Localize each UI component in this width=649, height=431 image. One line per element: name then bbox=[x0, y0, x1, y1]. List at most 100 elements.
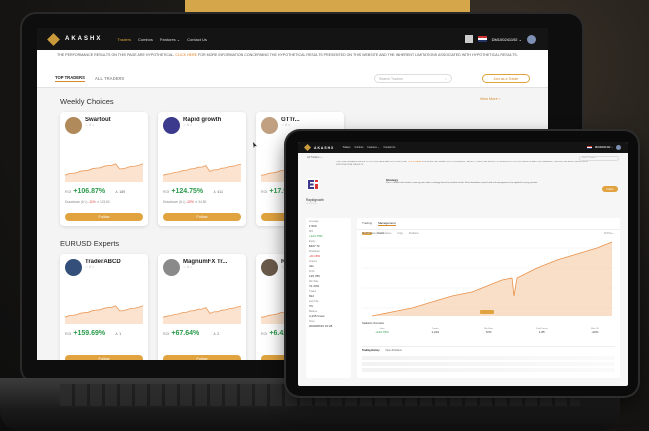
brand-logo-icon[interactable] bbox=[47, 32, 60, 46]
tablet-nav-features[interactable]: Features ⌄ bbox=[367, 146, 379, 149]
breadcrumb-text[interactable]: All Traders › ... bbox=[307, 156, 324, 159]
tablet-avatar[interactable] bbox=[616, 145, 621, 150]
tab-top-traders[interactable]: TOP TRADERS bbox=[55, 75, 85, 82]
search-icon: ⌕ bbox=[445, 76, 447, 81]
drawdown-label: Drawdown (6 L) bbox=[163, 200, 186, 204]
stat-value: 1,210 bbox=[431, 330, 439, 334]
drawdown-label: Drawdown (6 L) bbox=[65, 200, 88, 204]
stat-item: Max DD -20% bbox=[575, 328, 615, 334]
copiers-count: ♙ 2 bbox=[213, 332, 220, 336]
nav-traders[interactable]: Traders bbox=[117, 37, 131, 42]
trading-history: Trading History Open Positions bbox=[362, 346, 615, 374]
tablet-notice-link[interactable]: CLICK HERE bbox=[408, 161, 421, 163]
eurusd-card[interactable]: MagnumFX Tr... ☆ 0 ○ ROI +67.64% ♙ 2 Follow bbox=[158, 254, 246, 360]
product-mockup: AKASHX Traders Combos Features ⌄ Contact… bbox=[0, 0, 649, 431]
nav-combos[interactable]: Combos bbox=[138, 37, 153, 42]
card-title-block: Rapid growth ☆ 0 ○ bbox=[183, 117, 221, 127]
rating-icon: ☆ 0 ○ bbox=[85, 265, 95, 269]
stat-value: +124.75% bbox=[375, 330, 389, 334]
drawdown-line: Drawdown (6 L) -11% ↺ 115.60 bbox=[65, 200, 110, 204]
rating-icon: ☆ 0 ○ bbox=[85, 123, 95, 127]
card-header: Swartout ☆ 0 ○ bbox=[65, 117, 143, 134]
subtab-copy[interactable]: Copy bbox=[397, 232, 403, 235]
card-header: Rapid growth ☆ 0 ○ bbox=[163, 117, 241, 134]
rating-stars-icon: ★★★★★ bbox=[306, 202, 317, 205]
stat-value: 72% bbox=[485, 330, 492, 334]
tab-management[interactable]: Management bbox=[378, 221, 396, 226]
side-stat-label: Balance bbox=[309, 311, 318, 313]
stat-value: -20% bbox=[591, 330, 599, 334]
card-title-block: MagnumFX Tr... ☆ 0 ○ bbox=[183, 259, 227, 269]
tablet-account-id[interactable]: DM100241192 ⌄ bbox=[595, 146, 613, 149]
card-title-block: TraderABCD ☆ 0 ○ bbox=[85, 259, 121, 269]
nav-features[interactable]: Features ⌄ bbox=[160, 37, 180, 42]
tablet-nav-traders[interactable]: Traders bbox=[342, 146, 350, 149]
tablet-logo-icon[interactable] bbox=[303, 143, 312, 152]
side-stat-label: ROI bbox=[309, 231, 314, 233]
stat-item: Win Rate 72% bbox=[469, 328, 509, 334]
roi-label: ROI bbox=[65, 190, 72, 194]
stat-item: Profit Factor 1.85 bbox=[522, 328, 562, 334]
side-stat-label: Win Rate bbox=[309, 281, 319, 283]
trader-avatar[interactable] bbox=[261, 259, 278, 276]
side-stat-label: Trades bbox=[309, 291, 317, 293]
nav-contact[interactable]: Contact Us bbox=[187, 37, 207, 42]
follow-button[interactable]: Follow bbox=[163, 355, 241, 360]
roi-sparkline bbox=[163, 164, 241, 182]
subtab-positions[interactable]: Positions bbox=[409, 232, 419, 235]
weekly-card[interactable]: Rapid growth ☆ 0 ○ ROI +124.75% ♙ 411 Drawdow… bbox=[158, 112, 246, 226]
search-input[interactable]: Search Traders ⌕ bbox=[374, 74, 452, 83]
nav-right: DM100241192 ⌄ bbox=[464, 34, 536, 44]
drawdown-value: -20% bbox=[186, 200, 194, 204]
main-tabs: Trading Management bbox=[357, 218, 620, 230]
language-flag-icon[interactable] bbox=[477, 36, 487, 42]
tablet-breadcrumb: All Traders › ... Search Traders bbox=[298, 153, 628, 161]
trader-avatar[interactable] bbox=[65, 259, 82, 276]
side-stat-label: Avg Hold bbox=[309, 301, 319, 303]
grid-icon[interactable] bbox=[464, 35, 473, 43]
tab-trading-history[interactable]: Trading History bbox=[362, 349, 380, 352]
stat-item: Trades 1,210 bbox=[415, 328, 455, 334]
follow-button[interactable]: Follow bbox=[163, 213, 241, 221]
top-nav: AKASHX Traders Combos Features ⌄ Contact… bbox=[37, 28, 548, 50]
side-stat-label: Leverage bbox=[309, 221, 319, 223]
card-header: MagnumFX Tr... ☆ 0 ○ bbox=[163, 259, 241, 276]
follow-button[interactable]: Follow bbox=[65, 355, 143, 360]
tablet-nav-combos[interactable]: Combos bbox=[354, 146, 363, 149]
time-range-select[interactable]: All Time ⌄ bbox=[604, 232, 615, 235]
tablet-brand[interactable]: AKASHX bbox=[314, 146, 334, 150]
roi-sparkline bbox=[65, 305, 143, 324]
brand-name[interactable]: AKASHX bbox=[65, 36, 102, 42]
trader-avatar[interactable] bbox=[261, 117, 278, 134]
tablet-nav-contact[interactable]: Contact Us bbox=[384, 146, 396, 149]
roi-sparkline bbox=[65, 163, 143, 182]
tab-open-positions[interactable]: Open Positions bbox=[386, 349, 402, 352]
side-stat-label: Drawdown bbox=[309, 251, 320, 253]
view-more-link[interactable]: View More › bbox=[480, 97, 500, 101]
join-trader-button[interactable]: Join as a Trader bbox=[482, 74, 530, 83]
stats-title: Statistics Overview bbox=[362, 322, 384, 325]
trader-logo-icon bbox=[307, 178, 319, 190]
account-id[interactable]: DM100241192 ⌄ bbox=[492, 37, 522, 42]
user-avatar[interactable] bbox=[527, 34, 536, 44]
tab-all-traders[interactable]: ALL TRADERS bbox=[95, 76, 124, 81]
trader-avatar[interactable] bbox=[65, 117, 82, 134]
follow-button[interactable]: Follow bbox=[65, 213, 143, 221]
side-stat-value: $467.7k bbox=[309, 244, 320, 248]
tablet-flag-icon[interactable] bbox=[586, 146, 592, 149]
weekly-card[interactable]: Swartout ☆ 0 ○ ROI +106.87% ♙ 189 Drawdown (6… bbox=[60, 112, 148, 226]
table-row bbox=[362, 362, 615, 366]
card-title-block: Swartout ☆ 0 ○ bbox=[85, 117, 111, 127]
trader-avatar[interactable] bbox=[163, 259, 180, 276]
tablet-notice-text: THE PERFORMANCE RESULTS ON THIS PAGE ARE… bbox=[336, 161, 408, 163]
table-row bbox=[362, 368, 615, 372]
trader-avatar[interactable] bbox=[163, 117, 180, 134]
table-row bbox=[362, 356, 615, 360]
tablet-follow-button[interactable]: Follow bbox=[602, 186, 618, 192]
tab-trading[interactable]: Trading bbox=[362, 221, 372, 226]
stats-overview: Gain +124.75% Trades 1,210 Win Rate 72% Profit… bbox=[362, 328, 615, 334]
drawdown-extra: ↺ 115.60 bbox=[96, 200, 110, 204]
bio-text: We're a trader who trades currency pairs… bbox=[386, 182, 538, 184]
eurusd-card[interactable]: TraderABCD ☆ 0 ○ ROI +159.69% ♙ 1 Follow bbox=[60, 254, 148, 360]
notice-link[interactable]: CLICK HERE bbox=[175, 53, 197, 57]
